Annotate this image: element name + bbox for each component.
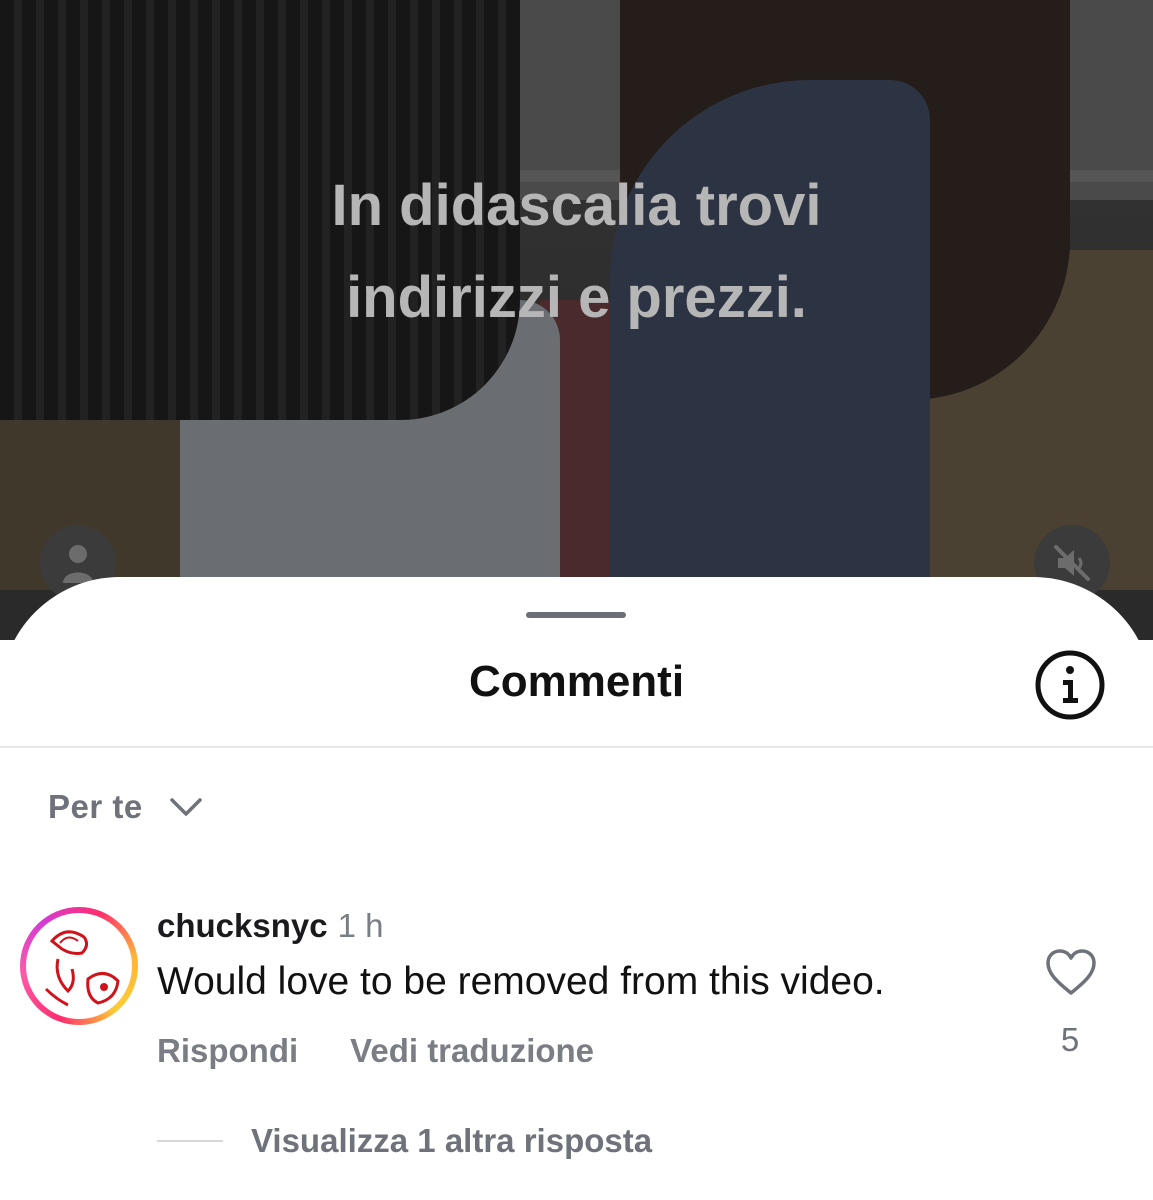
comment-timestamp: 1 h	[337, 907, 384, 944]
see-translation-button[interactable]: Vedi traduzione	[350, 1032, 594, 1070]
comment-actions: Rispondi Vedi traduzione	[157, 1032, 594, 1070]
comment-header: chucksnyc 1 h	[157, 907, 383, 947]
header-divider	[0, 746, 1153, 748]
sheet-title: Commenti	[468, 657, 685, 706]
comments-sheet: Commenti Per te chucksnyc 1 h Would love…	[0, 577, 1153, 1200]
view-replies-button[interactable]: Visualizza 1 altra risposta	[157, 1122, 652, 1160]
avatar[interactable]	[20, 907, 138, 1025]
sort-dropdown[interactable]: Per te	[48, 787, 203, 827]
reply-button[interactable]: Rispondi	[157, 1032, 298, 1070]
user-icon	[63, 545, 93, 583]
sheet-drag-handle[interactable]	[526, 612, 626, 618]
heart-icon[interactable]	[1044, 947, 1098, 997]
caption-line: In didascalia trovi	[331, 173, 822, 238]
sort-label: Per te	[48, 788, 143, 825]
info-icon[interactable]	[1034, 649, 1106, 721]
avatar-illustration	[33, 920, 125, 1012]
video-preview[interactable]: In didascalia trovi indirizzi e prezzi.	[0, 0, 1153, 640]
comment-text: Would love to be removed from this video…	[157, 960, 885, 1003]
speaker-muted-icon	[1054, 545, 1090, 581]
video-caption-overlay: In didascalia trovi indirizzi e prezzi.	[0, 160, 1153, 344]
chevron-down-icon	[169, 798, 202, 816]
like-count: 5	[1060, 1021, 1080, 1058]
view-replies-label: Visualizza 1 altra risposta	[251, 1122, 653, 1159]
comment-username[interactable]: chucksnyc	[157, 907, 328, 945]
avatar-ring-gap	[26, 913, 132, 1019]
replies-divider-line	[157, 1140, 223, 1142]
avatar-image	[32, 919, 126, 1013]
caption-line: indirizzi e prezzi.	[346, 265, 807, 330]
